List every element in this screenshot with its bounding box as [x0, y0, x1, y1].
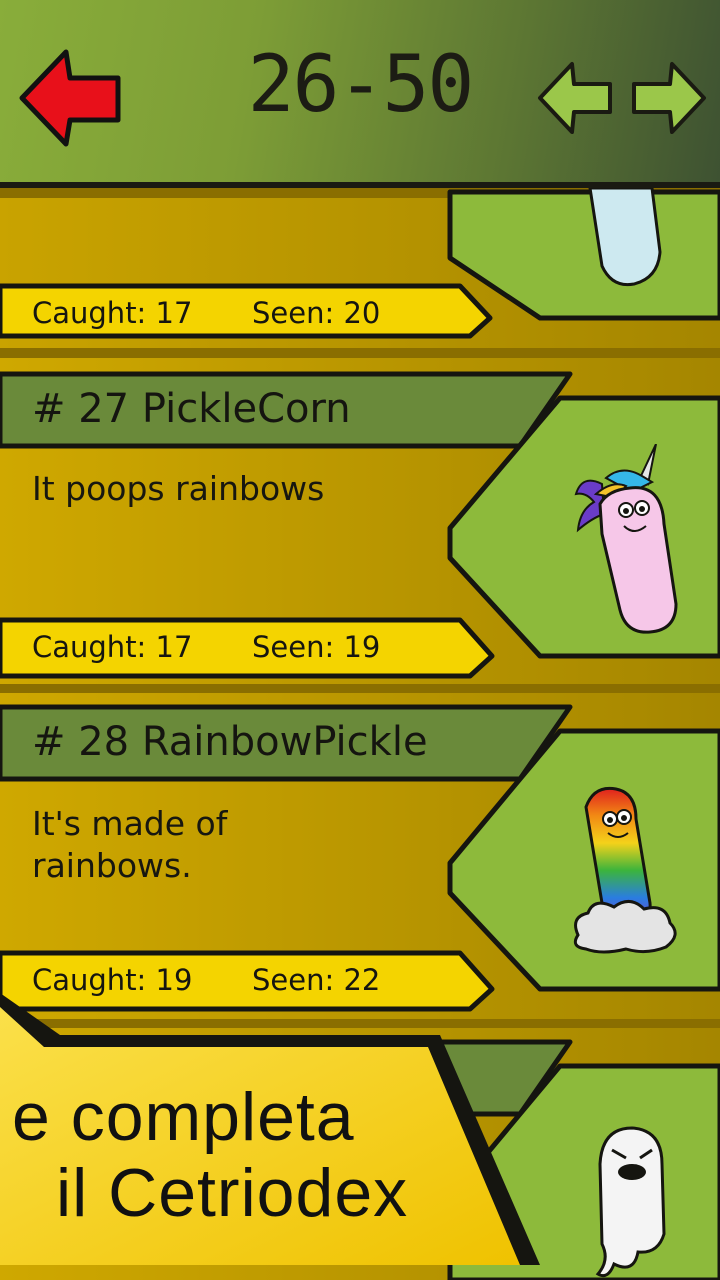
previous-page-button[interactable]	[536, 58, 616, 138]
dex-entry-26[interactable]: Caught: 17 Seen: 20	[0, 188, 720, 358]
pickle-description: It poops rainbows	[32, 469, 325, 508]
green-left-arrow-icon	[538, 62, 612, 134]
dex-entry-27[interactable]: # 27 PickleCorn It poops rainbows Caught…	[0, 358, 720, 693]
pickle-name: # 27 PickleCorn	[32, 386, 351, 432]
seen-count: Seen: 19	[252, 630, 381, 664]
seen-count: Seen: 20	[252, 296, 381, 330]
promo-line-2: il Cetriodex	[56, 1155, 409, 1231]
back-button[interactable]	[18, 46, 122, 150]
green-right-arrow-icon	[632, 62, 706, 134]
pickle-description: It's made of rainbows.	[32, 804, 228, 885]
promo-line-1: e completa	[12, 1079, 355, 1155]
rainbow-pickle-icon	[573, 786, 677, 954]
dex-entry-28[interactable]: # 28 RainbowPickle It's made of rainbows…	[0, 693, 720, 1028]
unicorn-pickle-icon	[574, 444, 678, 634]
caught-count: Caught: 17	[32, 296, 193, 330]
caught-count: Caught: 17	[32, 630, 193, 664]
next-page-button[interactable]	[628, 58, 708, 138]
blue-pickle-icon	[588, 188, 662, 287]
top-bar: 26-50	[0, 0, 720, 188]
page-range-label: 26-50	[247, 40, 475, 130]
red-left-arrow-icon	[19, 49, 121, 147]
pickle-name: # 28 RainbowPickle	[32, 719, 428, 765]
